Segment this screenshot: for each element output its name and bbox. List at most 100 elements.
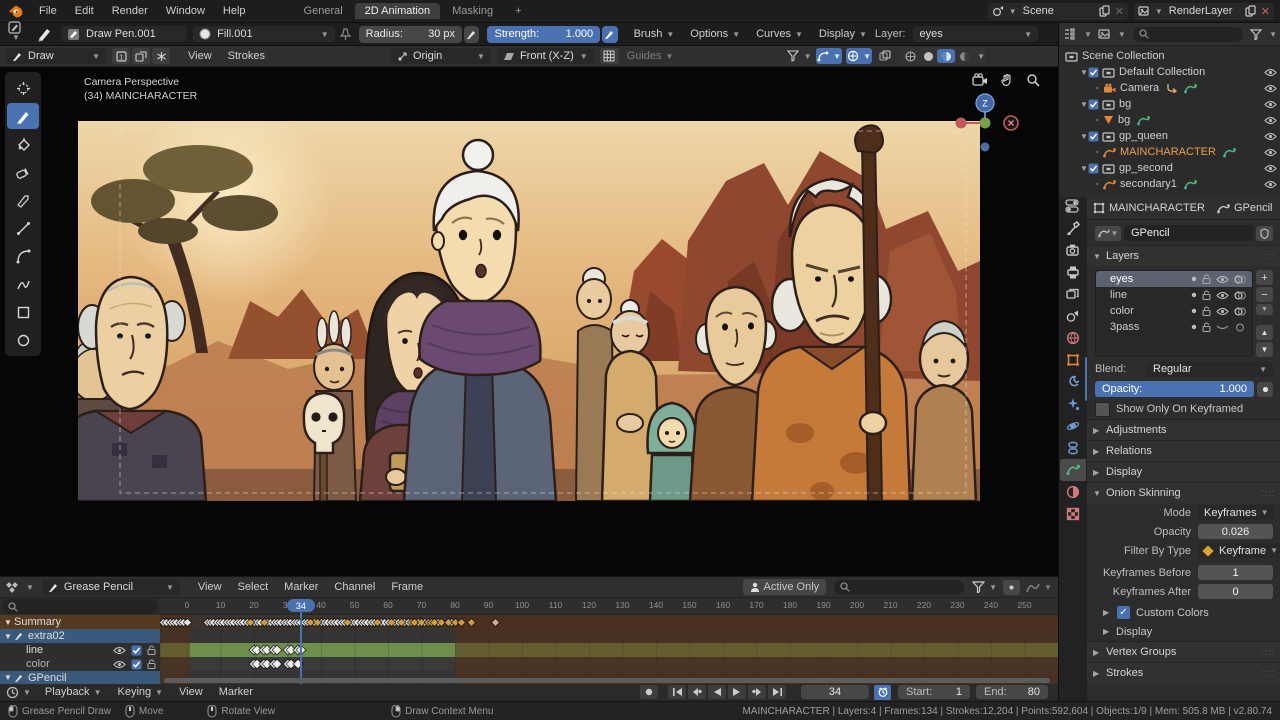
pan-view-icon[interactable]: [1000, 73, 1014, 87]
hide-channel-icon[interactable]: [113, 646, 126, 655]
channel-gpencil[interactable]: ▼GPencil: [0, 671, 160, 684]
blender-logo-icon[interactable]: [8, 3, 24, 19]
outliner-item-scene-collection[interactable]: Scene Collection: [1059, 48, 1280, 64]
view-menu[interactable]: View: [180, 50, 220, 62]
hide-layer-icon[interactable]: [1216, 291, 1229, 300]
hide-in-viewport-icon[interactable]: [1264, 180, 1277, 189]
ds-menu-frame[interactable]: Frame: [383, 581, 431, 593]
dope-search-input[interactable]: [834, 580, 964, 595]
strength-pressure-icon[interactable]: [602, 26, 617, 43]
brush-selector[interactable]: Draw Pen.001: [61, 26, 187, 42]
circle-tool[interactable]: [7, 327, 39, 353]
properties-tab-tool[interactable]: [1060, 217, 1086, 239]
timeline-editor-type-icon[interactable]: [6, 686, 19, 699]
channel-checkbox[interactable]: [131, 659, 142, 670]
datablock-name-field[interactable]: GPencil: [1124, 225, 1253, 241]
play-button[interactable]: [728, 685, 746, 699]
brush-name[interactable]: Draw Pen.001: [86, 28, 156, 40]
erase-tool[interactable]: [7, 159, 39, 185]
hide-in-viewport-icon[interactable]: [1264, 164, 1277, 173]
overlays-toggle-icon[interactable]: ▼: [846, 48, 872, 64]
curve-tool[interactable]: [7, 271, 39, 297]
move-layer-up-button[interactable]: ▲: [1256, 325, 1273, 340]
add-workspace-button[interactable]: +: [505, 3, 531, 19]
gp-layer-line[interactable]: line: [1096, 287, 1252, 303]
onion-skin-icon[interactable]: [1234, 323, 1246, 332]
properties-tab-data[interactable]: [1060, 459, 1086, 481]
panel-display[interactable]: ▶Display: [1087, 461, 1280, 482]
guides-menu[interactable]: Guides▼: [619, 50, 682, 62]
dope-editor-type-icon[interactable]: [6, 581, 22, 594]
onion-mode-dropdown[interactable]: Keyframes▼: [1198, 505, 1275, 520]
properties-tab-viewlayer[interactable]: [1060, 283, 1086, 305]
data-badge-icon[interactable]: [1184, 179, 1197, 190]
shading-rendered-icon[interactable]: [955, 49, 973, 63]
lock-icon[interactable]: [1202, 322, 1211, 332]
menu-edit[interactable]: Edit: [66, 5, 103, 17]
hide-in-viewport-icon[interactable]: [1264, 68, 1277, 77]
gizmos-toggle-icon[interactable]: ▼: [816, 48, 842, 64]
layer-opacity-slider[interactable]: Opacity:1.000: [1095, 381, 1254, 397]
properties-tab-physics[interactable]: [1060, 415, 1086, 437]
viewport-canvas[interactable]: Camera Perspective (34) MAINCHARACTER: [0, 67, 1058, 576]
animate-opacity-dot[interactable]: [1257, 382, 1273, 397]
hide-in-viewport-icon[interactable]: [1264, 132, 1277, 141]
line-tool[interactable]: [7, 215, 39, 241]
gp-layer-3pass[interactable]: 3pass: [1096, 319, 1252, 335]
zoom-view-icon[interactable]: [1026, 73, 1040, 87]
hide-in-viewport-icon[interactable]: [1264, 84, 1277, 93]
material-selector[interactable]: Fill.001 ▼: [193, 26, 335, 42]
onion-opacity-field[interactable]: 0.026: [1198, 524, 1273, 539]
breadcrumb-object[interactable]: MAINCHARACTER: [1109, 202, 1205, 214]
onion-skin-icon[interactable]: [1234, 275, 1246, 284]
curves-menu[interactable]: Curves▼: [748, 28, 811, 40]
stroke-placement-icon[interactable]: [132, 48, 150, 64]
shading-material-icon[interactable]: [937, 49, 955, 63]
transform-origin-selector[interactable]: Origin▼: [391, 48, 491, 64]
panel-relations[interactable]: ▶Relations: [1087, 440, 1280, 461]
layers-panel-header[interactable]: ▼Layers::::: [1087, 245, 1280, 266]
properties-tab-effects[interactable]: [1060, 393, 1086, 415]
brush-menu[interactable]: Brush▼: [626, 28, 683, 40]
channel-search-input[interactable]: [2, 599, 158, 614]
channel-extra02[interactable]: ▼extra02: [0, 629, 160, 643]
onion-filter-dropdown[interactable]: Keyframe▼: [1198, 543, 1280, 558]
tabs-scroll-indicator[interactable]: [1085, 357, 1087, 401]
expand-icon[interactable]: ▼: [1080, 164, 1088, 173]
jump-to-end-button[interactable]: [768, 685, 786, 699]
shading-wireframe-icon[interactable]: [901, 49, 919, 63]
auto-key-button[interactable]: [640, 685, 658, 699]
pin-icon[interactable]: [340, 28, 351, 41]
current-frame-badge[interactable]: 34: [287, 599, 315, 612]
outliner-display-mode-icon[interactable]: [1063, 28, 1077, 40]
outliner-item-default-collection[interactable]: ▼Default Collection: [1059, 64, 1280, 80]
play-reverse-button[interactable]: [708, 685, 726, 699]
data-badge-icon[interactable]: [1184, 83, 1197, 94]
expand-icon[interactable]: ▼: [4, 673, 12, 682]
cutter-tool[interactable]: [7, 187, 39, 213]
blend-dropdown[interactable]: Regular▼: [1147, 362, 1273, 377]
timeline-marker-menu[interactable]: Marker: [211, 686, 261, 698]
copy-render-layer-icon[interactable]: [1245, 5, 1256, 17]
lock-icon[interactable]: [147, 659, 156, 669]
render-layer-name[interactable]: RenderLayer: [1169, 5, 1239, 17]
outliner-item-maincharacter[interactable]: ‣MAINCHARACTER: [1059, 144, 1280, 160]
onion-display-label[interactable]: Display: [1116, 626, 1152, 638]
render-layer-selector[interactable]: ▼ RenderLayer ✕: [1134, 3, 1274, 20]
keying-menu[interactable]: Keying▼: [109, 686, 171, 698]
collection-checkbox[interactable]: [1088, 67, 1099, 78]
interpolation-icon[interactable]: [1026, 582, 1040, 593]
filter-funnel-icon[interactable]: [972, 581, 985, 593]
expand-icon[interactable]: ▼: [4, 618, 12, 627]
gp-layer-eyes[interactable]: eyes: [1096, 271, 1252, 287]
expand-icon[interactable]: ▼: [1080, 132, 1088, 141]
channel-checkbox[interactable]: [131, 645, 142, 656]
options-menu[interactable]: Options▼: [682, 28, 748, 40]
grid-icon[interactable]: [600, 48, 619, 64]
box-tool[interactable]: [7, 299, 39, 325]
proportional-edit-icon[interactable]: [1003, 580, 1020, 595]
strength-field[interactable]: Strength: 1.000: [487, 26, 600, 43]
mask-dot-icon[interactable]: [1191, 276, 1197, 282]
draw-tool[interactable]: [7, 103, 39, 129]
snap-asterisk-icon[interactable]: [152, 48, 170, 64]
